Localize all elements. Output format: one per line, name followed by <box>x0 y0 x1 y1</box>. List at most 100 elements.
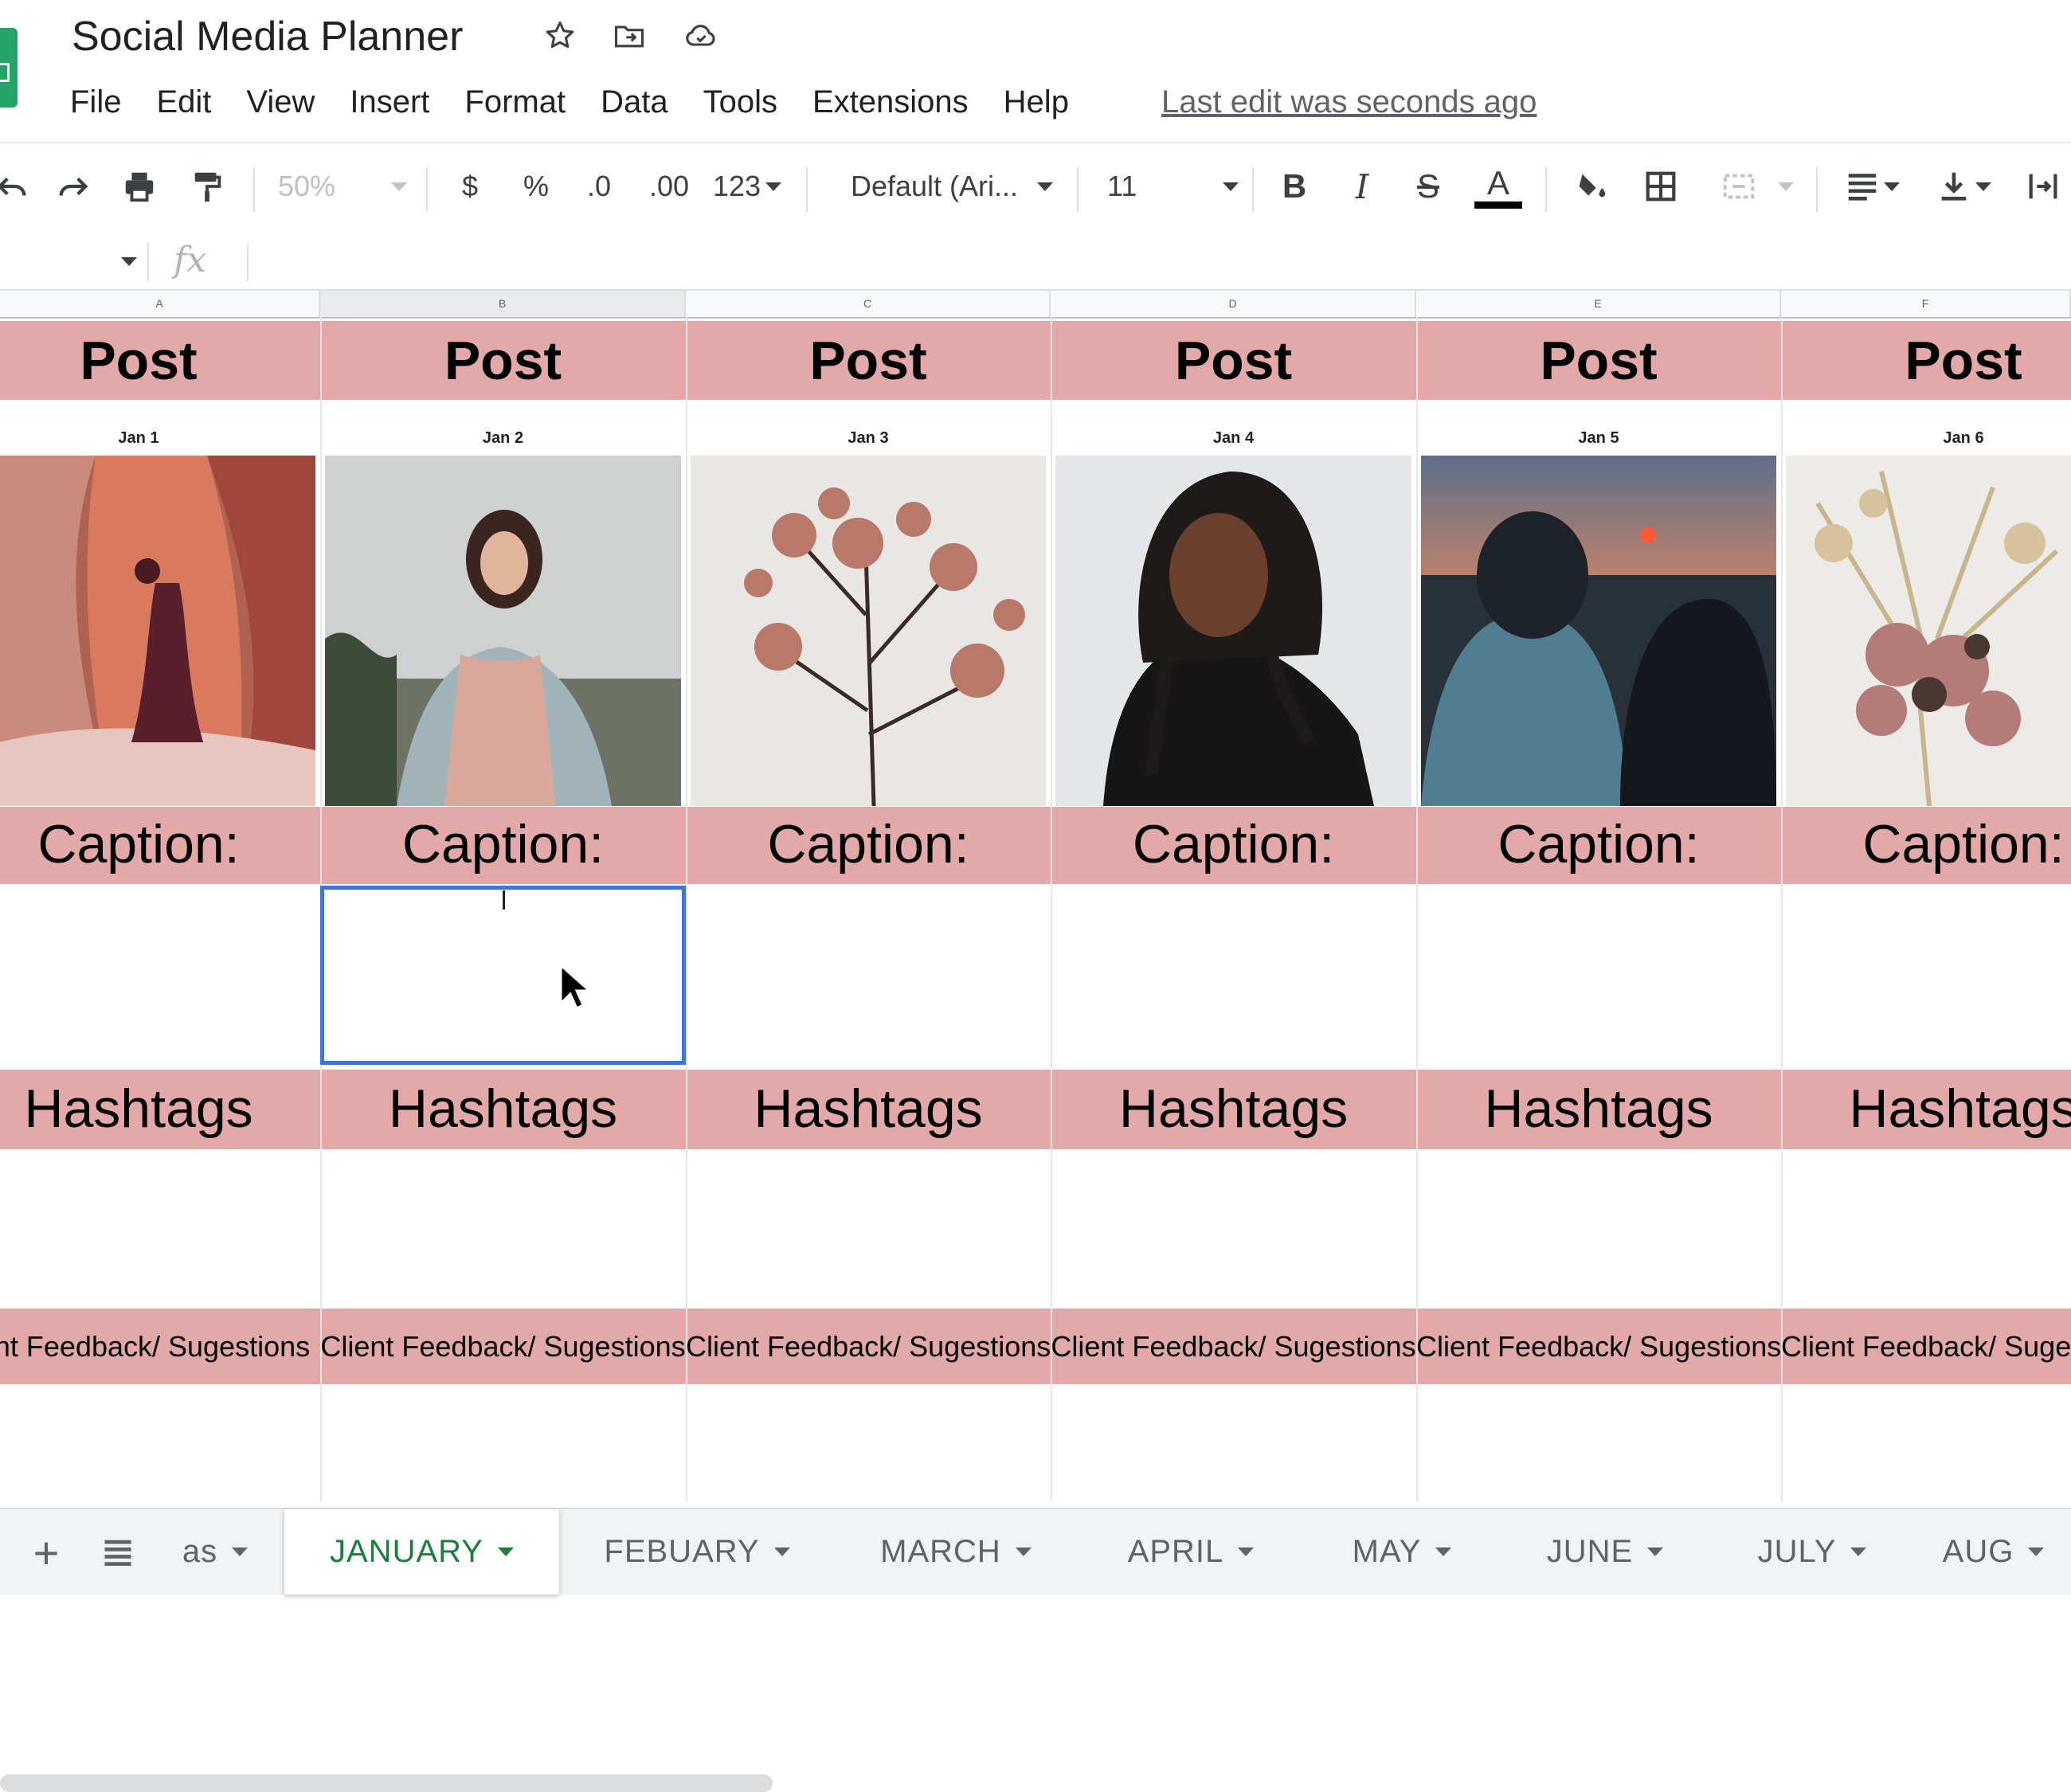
sheet-tab-june[interactable]: JUNE <box>1505 1509 1705 1594</box>
caption-label[interactable]: Caption: <box>1051 807 1416 882</box>
post-image-bouquet[interactable] <box>1786 456 2071 806</box>
last-edit-link[interactable]: Last edit was seconds ago <box>1161 78 1537 126</box>
print-icon[interactable] <box>115 158 163 215</box>
bold-button[interactable]: B <box>1274 158 1314 215</box>
feedback-label[interactable]: Client Feedback/ Sugestions <box>1781 1309 2071 1384</box>
sheet-tab-april[interactable]: APRIL <box>1083 1509 1298 1594</box>
move-to-folder-icon[interactable] <box>609 16 649 56</box>
borders-icon[interactable] <box>1637 158 1685 215</box>
all-sheets-icon[interactable] <box>86 1520 150 1584</box>
paint-format-icon[interactable] <box>183 158 231 215</box>
post-image-sunset-friends[interactable] <box>1421 456 1776 806</box>
hashtags-label[interactable]: Hashtags <box>320 1071 686 1147</box>
column-header-a[interactable]: A <box>0 291 320 317</box>
post-label[interactable]: Post <box>320 321 686 401</box>
sheet-tab-febuary[interactable]: FEBUARY <box>566 1509 828 1594</box>
column-header-b[interactable]: B <box>320 291 686 317</box>
caption-cell[interactable] <box>0 884 320 1070</box>
column-header-e[interactable]: E <box>1416 291 1781 317</box>
sheets-logo-icon[interactable] <box>0 28 18 108</box>
vertical-align-icon[interactable] <box>1928 158 1999 215</box>
caption-cell[interactable] <box>686 884 1051 1070</box>
post-image-canyon[interactable] <box>0 456 315 806</box>
increase-decimal-button[interactable]: .00 <box>641 158 697 215</box>
cloud-status-icon[interactable] <box>681 16 721 56</box>
menu-file[interactable]: File <box>70 78 121 126</box>
date-label[interactable]: Jan 1 <box>0 426 277 450</box>
caption-cell[interactable] <box>1416 884 1781 1070</box>
caption-label[interactable]: Caption: <box>1781 807 2071 882</box>
date-label[interactable]: Jan 2 <box>320 426 686 450</box>
font-family-select[interactable]: Default (Ari... <box>840 158 1063 215</box>
number-format-select[interactable]: 123 <box>707 158 787 215</box>
sheet-tab-july[interactable]: JULY <box>1713 1509 1912 1594</box>
caption-cell[interactable] <box>1781 884 2071 1070</box>
currency-format-button[interactable]: $ <box>450 158 490 215</box>
feedback-label[interactable]: Client Feedback/ Sugestions <box>320 1309 686 1384</box>
menu-tools[interactable]: Tools <box>703 78 777 126</box>
sheet-tab-march[interactable]: MARCH <box>836 1509 1075 1594</box>
text-color-button[interactable]: A <box>1474 158 1523 215</box>
name-box-dropdown-icon[interactable] <box>121 257 137 266</box>
post-label[interactable]: Post <box>686 321 1051 401</box>
sheet-tab-aug[interactable]: AUG <box>1916 1509 2071 1594</box>
italic-button[interactable]: I <box>1342 158 1382 215</box>
sheet-tab-january[interactable]: JANUARY <box>284 1509 559 1594</box>
zoom-select[interactable]: 50% <box>278 158 408 215</box>
add-sheet-icon[interactable]: + <box>14 1520 78 1584</box>
sheet-tab-may[interactable]: MAY <box>1306 1509 1497 1594</box>
date-label[interactable]: Jan 6 <box>1781 426 2071 450</box>
menu-insert[interactable]: Insert <box>350 78 429 126</box>
fill-color-icon[interactable] <box>1568 158 1615 215</box>
post-label[interactable]: Post <box>1051 321 1416 401</box>
font-size-select[interactable]: 11 <box>1107 158 1239 215</box>
post-label[interactable]: Post <box>0 321 277 401</box>
feedback-label[interactable]: Client Feedback/ Sugestions <box>1051 1309 1416 1384</box>
caption-label[interactable]: Caption: <box>1416 807 1781 882</box>
merge-cells-icon[interactable] <box>1709 158 1804 215</box>
decrease-decimal-button[interactable]: .0 <box>575 158 623 215</box>
date-label[interactable]: Jan 4 <box>1051 426 1416 450</box>
post-image-dried-flowers[interactable] <box>691 456 1046 806</box>
caption-label[interactable]: Caption: <box>0 807 277 882</box>
column-header-d[interactable]: D <box>1051 291 1416 317</box>
date-label[interactable]: Jan 5 <box>1416 426 1781 450</box>
hashtags-label[interactable]: Hashtags <box>0 1071 277 1147</box>
post-image-woman-blanket[interactable] <box>325 456 681 806</box>
column-header-f[interactable]: F <box>1781 291 2071 317</box>
name-box[interactable] <box>0 235 137 288</box>
strikethrough-button[interactable]: S <box>1408 158 1448 215</box>
formula-input[interactable] <box>251 235 2067 288</box>
hashtags-label[interactable]: Hashtags <box>1051 1071 1416 1147</box>
feedback-label[interactable]: Client Feedback/ Sugestions <box>686 1309 1051 1384</box>
date-label[interactable]: Jan 3 <box>686 426 1051 450</box>
align-left-icon[interactable] <box>1836 158 1908 215</box>
menu-view[interactable]: View <box>246 78 315 126</box>
hashtags-label[interactable]: Hashtags <box>1781 1071 2071 1147</box>
feedback-label[interactable]: Client Feedback/ Sugestions <box>0 1309 320 1384</box>
caption-label[interactable]: Caption: <box>686 807 1051 882</box>
sheet-tab[interactable]: as <box>159 1509 271 1594</box>
percent-format-button[interactable]: % <box>516 158 556 215</box>
horizontal-scrollbar[interactable] <box>0 1774 773 1792</box>
post-label[interactable]: Post <box>1416 321 1781 401</box>
caption-label[interactable]: Caption: <box>320 807 686 882</box>
menu-help[interactable]: Help <box>1004 78 1069 126</box>
redo-icon[interactable] <box>49 158 97 215</box>
star-icon[interactable] <box>540 16 580 56</box>
menu-extensions[interactable]: Extensions <box>812 78 969 126</box>
caption-cell[interactable] <box>1051 884 1416 1070</box>
hashtags-label[interactable]: Hashtags <box>1416 1071 1781 1147</box>
feedback-label[interactable]: Client Feedback/ Sugestions <box>1416 1309 1781 1384</box>
menu-format[interactable]: Format <box>464 78 566 126</box>
post-label[interactable]: Post <box>1781 321 2071 401</box>
menu-edit[interactable]: Edit <box>156 78 211 126</box>
document-title[interactable]: Social Media Planner <box>72 11 463 62</box>
hashtags-label[interactable]: Hashtags <box>686 1071 1051 1147</box>
menu-data[interactable]: Data <box>601 78 668 126</box>
text-direction-icon[interactable] <box>2019 158 2067 215</box>
selected-caption-cell[interactable] <box>320 886 686 1065</box>
post-image-woman-braids[interactable] <box>1055 456 1411 806</box>
undo-icon[interactable] <box>0 158 32 215</box>
column-header-c[interactable]: C <box>686 291 1051 317</box>
